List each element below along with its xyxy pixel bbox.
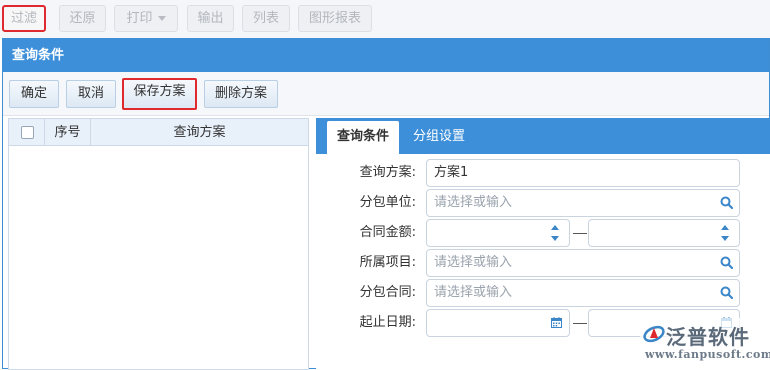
column-header-index[interactable]: 序号 [45,119,91,146]
subcontractor-label: 分包单位: [359,195,416,210]
subcontractor-row: 分包单位: 请选择或输入 [316,189,770,217]
main-toolbar: 过滤 还原 打印 输出 列表 图形报表 [0,0,770,38]
project-placeholder: 请选择或输入 [434,255,513,270]
calendar-icon[interactable] [551,317,562,328]
spinner-icon[interactable] [721,223,729,243]
column-header-scheme[interactable]: 查询方案 [91,119,308,146]
subcontract-label: 分包合同: [359,285,416,300]
export-button[interactable]: 输出 [187,5,234,32]
scheme-list-header: 序号 查询方案 [9,119,308,146]
subcontractor-placeholder: 请选择或输入 [434,195,513,210]
delete-scheme-button[interactable]: 删除方案 [204,80,278,108]
print-button-label: 打印 [126,11,153,26]
chart-report-button[interactable]: 图形报表 [298,5,372,32]
select-all-cell [9,119,45,146]
brand-url: www.fanpusoft.com [645,348,770,361]
amount-max-input[interactable] [588,219,740,247]
list-button[interactable]: 列表 [242,5,290,32]
tab-group-settings[interactable]: 分组设置 [403,121,475,154]
scheme-row: 查询方案: 方案1 [316,159,770,187]
scheme-name-input[interactable]: 方案1 [426,159,740,187]
search-icon[interactable] [720,196,733,209]
tab-query-conditions[interactable]: 查询条件 [327,121,400,154]
chevron-down-icon [157,16,166,21]
tab-bar: 查询条件 分组设置 [316,118,770,154]
brand-name: 泛普软件 [666,325,750,349]
restore-button[interactable]: 还原 [59,5,106,32]
dialog-action-bar: 确定 取消 保存方案 删除方案 [3,72,769,116]
subcontract-row: 分包合同: 请选择或输入 [316,279,770,307]
print-button[interactable]: 打印 [114,5,178,32]
scheme-list-grid: 序号 查询方案 [8,118,309,370]
project-input[interactable]: 请选择或输入 [426,249,740,277]
range-separator [573,233,587,234]
amount-min-input[interactable] [426,219,570,247]
search-icon[interactable] [720,256,733,269]
range-separator [573,323,587,324]
brand-watermark: 泛普软件 www.fanpusoft.com [640,318,770,369]
contract-amount-row: 合同金额: [316,219,770,247]
brand-logo-icon [643,325,665,343]
subcontract-placeholder: 请选择或输入 [434,285,513,300]
scheme-label: 查询方案: [359,165,416,180]
project-label: 所属项目: [359,255,416,270]
contract-amount-label: 合同金额: [359,225,416,240]
select-all-checkbox[interactable] [21,126,34,139]
subcontract-input[interactable]: 请选择或输入 [426,279,740,307]
date-range-label: 起止日期: [359,315,416,330]
project-row: 所属项目: 请选择或输入 [316,249,770,277]
spinner-icon[interactable] [551,223,559,243]
start-date-input[interactable] [426,309,570,337]
save-scheme-button[interactable]: 保存方案 [122,78,197,110]
filter-button[interactable]: 过滤 [2,5,46,32]
confirm-button[interactable]: 确定 [9,80,59,108]
search-icon[interactable] [720,286,733,299]
dialog-title: 查询条件 [3,39,769,72]
cancel-button[interactable]: 取消 [66,80,116,108]
subcontractor-input[interactable]: 请选择或输入 [426,189,740,217]
